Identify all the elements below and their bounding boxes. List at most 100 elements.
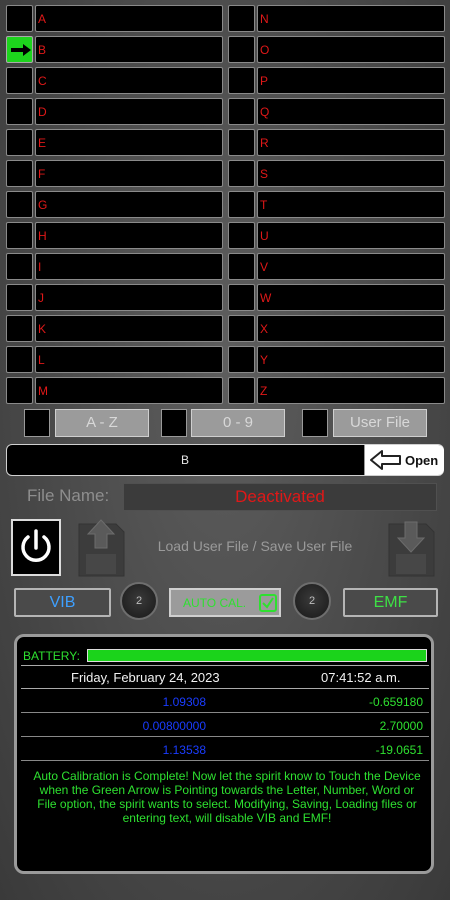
power-button[interactable] [11, 519, 61, 576]
letter-row[interactable]: I [5, 252, 223, 281]
battery-level-bar [87, 649, 427, 662]
letter-bar[interactable]: L [35, 346, 223, 373]
letter-label: K [38, 322, 47, 336]
date-time-row: Friday, February 24, 2023 07:41:52 a.m. [21, 665, 429, 689]
letter-indicator [228, 129, 255, 156]
digits-mode-checkbox[interactable] [161, 409, 187, 437]
letter-row[interactable]: F [5, 159, 223, 188]
letter-bar[interactable]: T [257, 191, 445, 218]
letter-label: O [260, 43, 270, 57]
az-mode-checkbox[interactable] [24, 409, 50, 437]
letter-indicator [6, 67, 33, 94]
letter-row[interactable]: X [227, 314, 445, 343]
letter-indicator [6, 284, 33, 311]
letter-row[interactable]: J [5, 283, 223, 312]
letter-row[interactable]: Y [227, 345, 445, 374]
reading-right: 2.70000 [379, 719, 423, 733]
letter-bar[interactable]: M [35, 377, 223, 404]
open-button[interactable]: Open [364, 445, 444, 475]
letter-row[interactable]: W [227, 283, 445, 312]
letter-label: A [38, 12, 47, 26]
letter-indicator [6, 191, 33, 218]
letter-row[interactable]: N [227, 4, 445, 33]
letter-label: V [260, 260, 269, 274]
letter-row[interactable]: A [5, 4, 223, 33]
letter-bar[interactable]: X [257, 315, 445, 342]
letter-indicator [6, 5, 33, 32]
user-file-mode-button[interactable]: User File [333, 409, 427, 437]
letter-bar[interactable]: Y [257, 346, 445, 373]
letter-row[interactable]: Q [227, 97, 445, 126]
letter-label: J [38, 291, 44, 305]
letter-bar[interactable]: B [35, 36, 223, 63]
letter-bar[interactable]: N [257, 5, 445, 32]
file-name-field[interactable]: Deactivated [123, 483, 437, 511]
letter-row[interactable]: O [227, 35, 445, 64]
letter-row[interactable]: U [227, 221, 445, 250]
letter-row[interactable]: P [227, 66, 445, 95]
download-disk-icon [388, 521, 435, 577]
letter-indicator [228, 67, 255, 94]
letter-row[interactable]: G [5, 190, 223, 219]
vib-counter-dial[interactable]: 2 [120, 582, 158, 620]
letter-row[interactable]: T [227, 190, 445, 219]
letter-row[interactable]: V [227, 252, 445, 281]
letter-label: E [38, 136, 47, 150]
letter-indicator [6, 346, 33, 373]
letter-label: X [260, 322, 269, 336]
letter-bar[interactable]: C [35, 67, 223, 94]
reading-row: 1.13538 -19.0651 [21, 738, 429, 761]
letter-bar[interactable]: J [35, 284, 223, 311]
letter-indicator [6, 222, 33, 249]
letter-bar[interactable]: R [257, 129, 445, 156]
vib-button[interactable]: VIB [14, 588, 111, 617]
letter-row[interactable]: L [5, 345, 223, 374]
digits-mode-button[interactable]: 0 - 9 [191, 409, 285, 437]
letter-bar[interactable]: Z [257, 377, 445, 404]
file-name-label: File Name: [27, 486, 110, 505]
load-file-button[interactable] [76, 518, 126, 578]
reading-row: 0.00800000 2.70000 [21, 714, 429, 737]
letter-row[interactable]: R [227, 128, 445, 157]
letter-row[interactable]: C [5, 66, 223, 95]
emf-button[interactable]: EMF [343, 588, 438, 617]
letter-row[interactable]: E [5, 128, 223, 157]
letter-bar[interactable]: U [257, 222, 445, 249]
letter-row[interactable]: M [5, 376, 223, 405]
letter-row[interactable]: K [5, 314, 223, 343]
letter-row[interactable]: S [227, 159, 445, 188]
letter-bar[interactable]: V [257, 253, 445, 280]
letter-bar[interactable]: P [257, 67, 445, 94]
checkmark-icon [259, 594, 277, 612]
emf-counter-dial[interactable]: 2 [293, 582, 331, 620]
letter-bar[interactable]: E [35, 129, 223, 156]
letter-bar[interactable]: W [257, 284, 445, 311]
letter-bar[interactable]: S [257, 160, 445, 187]
letter-label: F [38, 167, 46, 181]
letter-label: H [38, 229, 47, 243]
letter-row[interactable]: Z [227, 376, 445, 405]
letter-indicator [6, 253, 33, 280]
letter-bar[interactable]: G [35, 191, 223, 218]
letter-indicator [228, 377, 255, 404]
save-file-button[interactable] [386, 518, 436, 578]
letter-bar[interactable]: K [35, 315, 223, 342]
letter-bar[interactable]: O [257, 36, 445, 63]
letter-bar[interactable]: F [35, 160, 223, 187]
letter-bar[interactable]: H [35, 222, 223, 249]
user-file-mode-checkbox[interactable] [302, 409, 328, 437]
letter-row[interactable]: H [5, 221, 223, 250]
letter-bar[interactable]: D [35, 98, 223, 125]
letter-label: C [38, 74, 47, 88]
letter-bar[interactable]: I [35, 253, 223, 280]
az-mode-button[interactable]: A - Z [55, 409, 149, 437]
auto-calibration-button[interactable]: AUTO CAL. [169, 588, 281, 617]
letter-row[interactable]: B [5, 35, 223, 64]
letter-bar[interactable]: A [35, 5, 223, 32]
letter-indicator [228, 284, 255, 311]
letter-bar[interactable]: Q [257, 98, 445, 125]
letter-indicator [228, 222, 255, 249]
right-arrow-icon [11, 44, 31, 56]
letter-row[interactable]: D [5, 97, 223, 126]
letter-label: W [260, 291, 272, 305]
